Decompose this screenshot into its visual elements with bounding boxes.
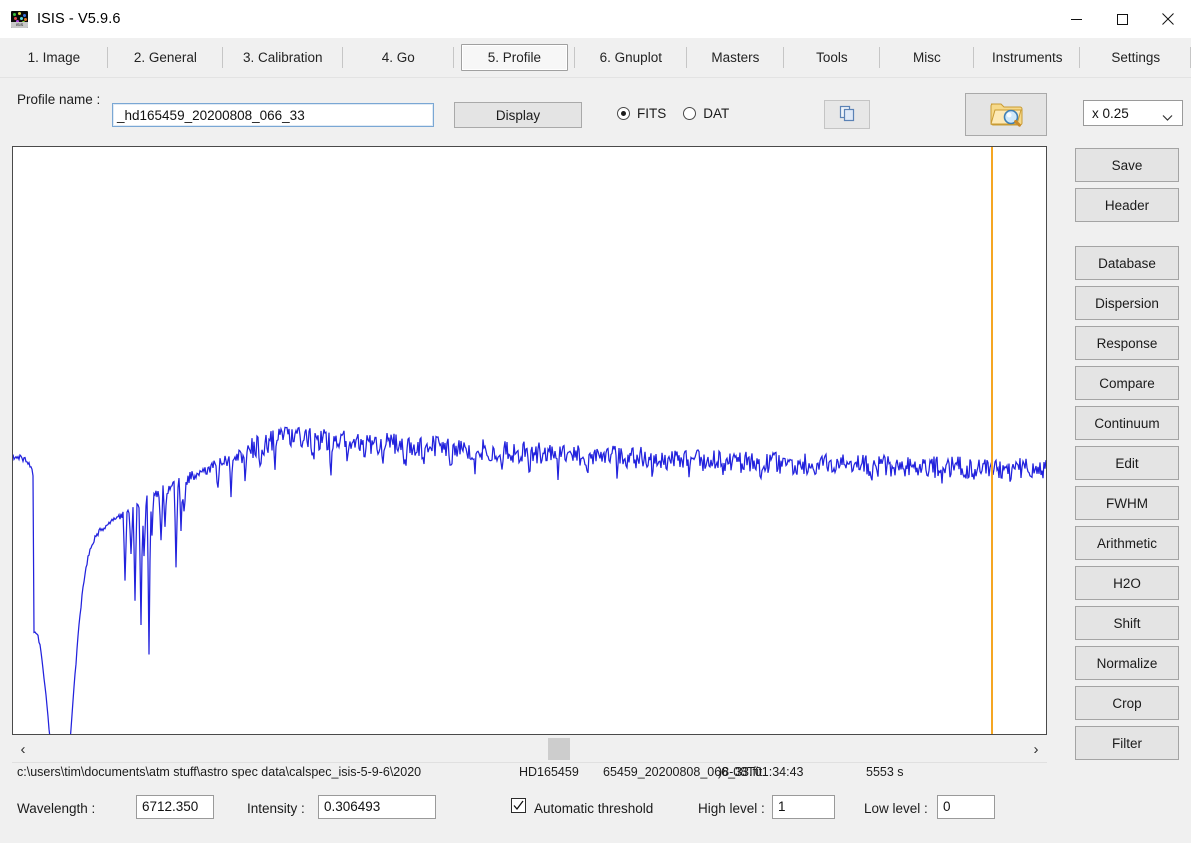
- automatic-threshold-checkbox[interactable]: [511, 798, 526, 813]
- window-controls: [1053, 0, 1191, 38]
- tab-label: 4. Go: [381, 50, 415, 65]
- spectrum-trace: [13, 426, 1046, 734]
- status-file-path: c:\users\tim\documents\atm stuff\astro s…: [17, 765, 422, 779]
- tab-calibration[interactable]: 3. Calibration: [223, 38, 343, 77]
- scroll-left-arrow[interactable]: ‹: [12, 736, 34, 762]
- high-level-label: High level :: [698, 801, 765, 816]
- display-button[interactable]: Display: [454, 102, 582, 128]
- tab-image[interactable]: 1. Image: [0, 38, 108, 77]
- low-level-label: Low level :: [864, 801, 928, 816]
- intensity-label: Intensity :: [247, 801, 305, 816]
- shift-button[interactable]: Shift: [1075, 606, 1179, 640]
- isis-app-icon: ISIS: [11, 10, 28, 28]
- tab-label: Tools: [816, 50, 848, 65]
- h2o-button[interactable]: H2O: [1075, 566, 1179, 600]
- tab-profile[interactable]: 5. Profile: [454, 38, 575, 77]
- response-button[interactable]: Response: [1075, 326, 1179, 360]
- maximize-button[interactable]: [1099, 0, 1145, 38]
- radio-dat[interactable]: DAT: [683, 106, 729, 121]
- radio-fits-label: FITS: [637, 106, 667, 121]
- close-button[interactable]: [1145, 0, 1191, 38]
- header-button[interactable]: Header: [1075, 188, 1179, 222]
- low-level-value[interactable]: 0: [937, 795, 995, 819]
- spectrum-plot[interactable]: [12, 146, 1047, 735]
- intensity-value[interactable]: 0.306493: [318, 795, 436, 819]
- radio-fits-dot: [617, 107, 630, 120]
- title-bar: ISIS ISIS - V5.9.6: [0, 0, 1191, 38]
- minimize-button[interactable]: [1053, 0, 1099, 38]
- measurement-bar: Wavelength : 6712.350 Intensity : 0.3064…: [0, 795, 1191, 829]
- window-title: ISIS - V5.9.6: [37, 11, 121, 27]
- zoom-select-value: x 0.25: [1092, 105, 1129, 121]
- radio-dat-dot: [683, 107, 697, 120]
- database-button[interactable]: Database: [1075, 246, 1179, 280]
- status-path-row: c:\users\tim\documents\atm stuff\astro s…: [0, 763, 1191, 785]
- tab-instruments[interactable]: Instruments: [974, 38, 1081, 77]
- folder-search-icon: [989, 98, 1023, 131]
- chevron-down-icon: [1162, 110, 1173, 125]
- status-datetime: )8-08T01:34:43: [718, 765, 804, 779]
- tab-tools[interactable]: Tools: [784, 38, 880, 77]
- tab-label: 5. Profile: [460, 44, 568, 71]
- tab-label: 3. Calibration: [242, 50, 323, 65]
- normalize-button[interactable]: Normalize: [1075, 646, 1179, 680]
- fwhm-button[interactable]: FWHM: [1075, 486, 1179, 520]
- open-profile-button[interactable]: [965, 93, 1047, 136]
- format-radio-group: FITS DAT: [617, 106, 729, 121]
- wavelength-label: Wavelength :: [17, 801, 96, 816]
- tab-general[interactable]: 2. General: [108, 38, 223, 77]
- compare-button[interactable]: Compare: [1075, 366, 1179, 400]
- profile-actions-panel: Save Header Database Dispersion Response…: [1075, 148, 1179, 766]
- tab-label: Misc: [913, 50, 941, 65]
- save-button[interactable]: Save: [1075, 148, 1179, 182]
- cursor-line: [991, 147, 993, 734]
- tab-label: Instruments: [991, 50, 1063, 65]
- wavelength-value[interactable]: 6712.350: [136, 795, 214, 819]
- edit-button[interactable]: Edit: [1075, 446, 1179, 480]
- profile-name-label: Profile name :: [17, 92, 101, 107]
- copy-button[interactable]: [824, 100, 870, 129]
- crop-button[interactable]: Crop: [1075, 686, 1179, 720]
- zoom-select[interactable]: x 0.25: [1083, 100, 1183, 126]
- tab-misc[interactable]: Misc: [880, 38, 974, 77]
- profile-name-input[interactable]: _hd165459_20200808_066_33: [112, 103, 434, 127]
- filter-button[interactable]: Filter: [1075, 726, 1179, 760]
- tab-label: 1. Image: [27, 50, 81, 65]
- continuum-button[interactable]: Continuum: [1075, 406, 1179, 440]
- high-level-value[interactable]: 1: [772, 795, 835, 819]
- scroll-right-arrow[interactable]: ›: [1025, 736, 1047, 762]
- tab-label: 6. Gnuplot: [599, 50, 662, 65]
- automatic-threshold-label: Automatic threshold: [534, 801, 654, 816]
- tab-label: Masters: [711, 50, 760, 65]
- spectrum-plot-canvas: [13, 426, 1046, 734]
- scroll-thumb[interactable]: [548, 738, 570, 760]
- tab-strip: 1. Image 2. General 3. Calibration 4. Go…: [0, 38, 1191, 78]
- plot-horizontal-scrollbar[interactable]: ‹ ›: [12, 736, 1047, 763]
- isis-icon-label: ISIS: [11, 21, 28, 28]
- radio-dat-label: DAT: [703, 106, 730, 121]
- arithmetic-button[interactable]: Arithmetic: [1075, 526, 1179, 560]
- tab-label: Settings: [1111, 50, 1161, 65]
- dispersion-button[interactable]: Dispersion: [1075, 286, 1179, 320]
- tab-settings[interactable]: Settings: [1080, 38, 1191, 77]
- status-exposure: 5553 s: [866, 765, 904, 779]
- copy-pages-icon: [837, 103, 857, 126]
- tab-label: 2. General: [133, 50, 197, 65]
- radio-fits[interactable]: FITS: [617, 106, 666, 121]
- tab-gnuplot[interactable]: 6. Gnuplot: [575, 38, 687, 77]
- tab-masters[interactable]: Masters: [687, 38, 784, 77]
- tab-go[interactable]: 4. Go: [343, 38, 455, 77]
- status-object-name: HD165459: [519, 765, 579, 779]
